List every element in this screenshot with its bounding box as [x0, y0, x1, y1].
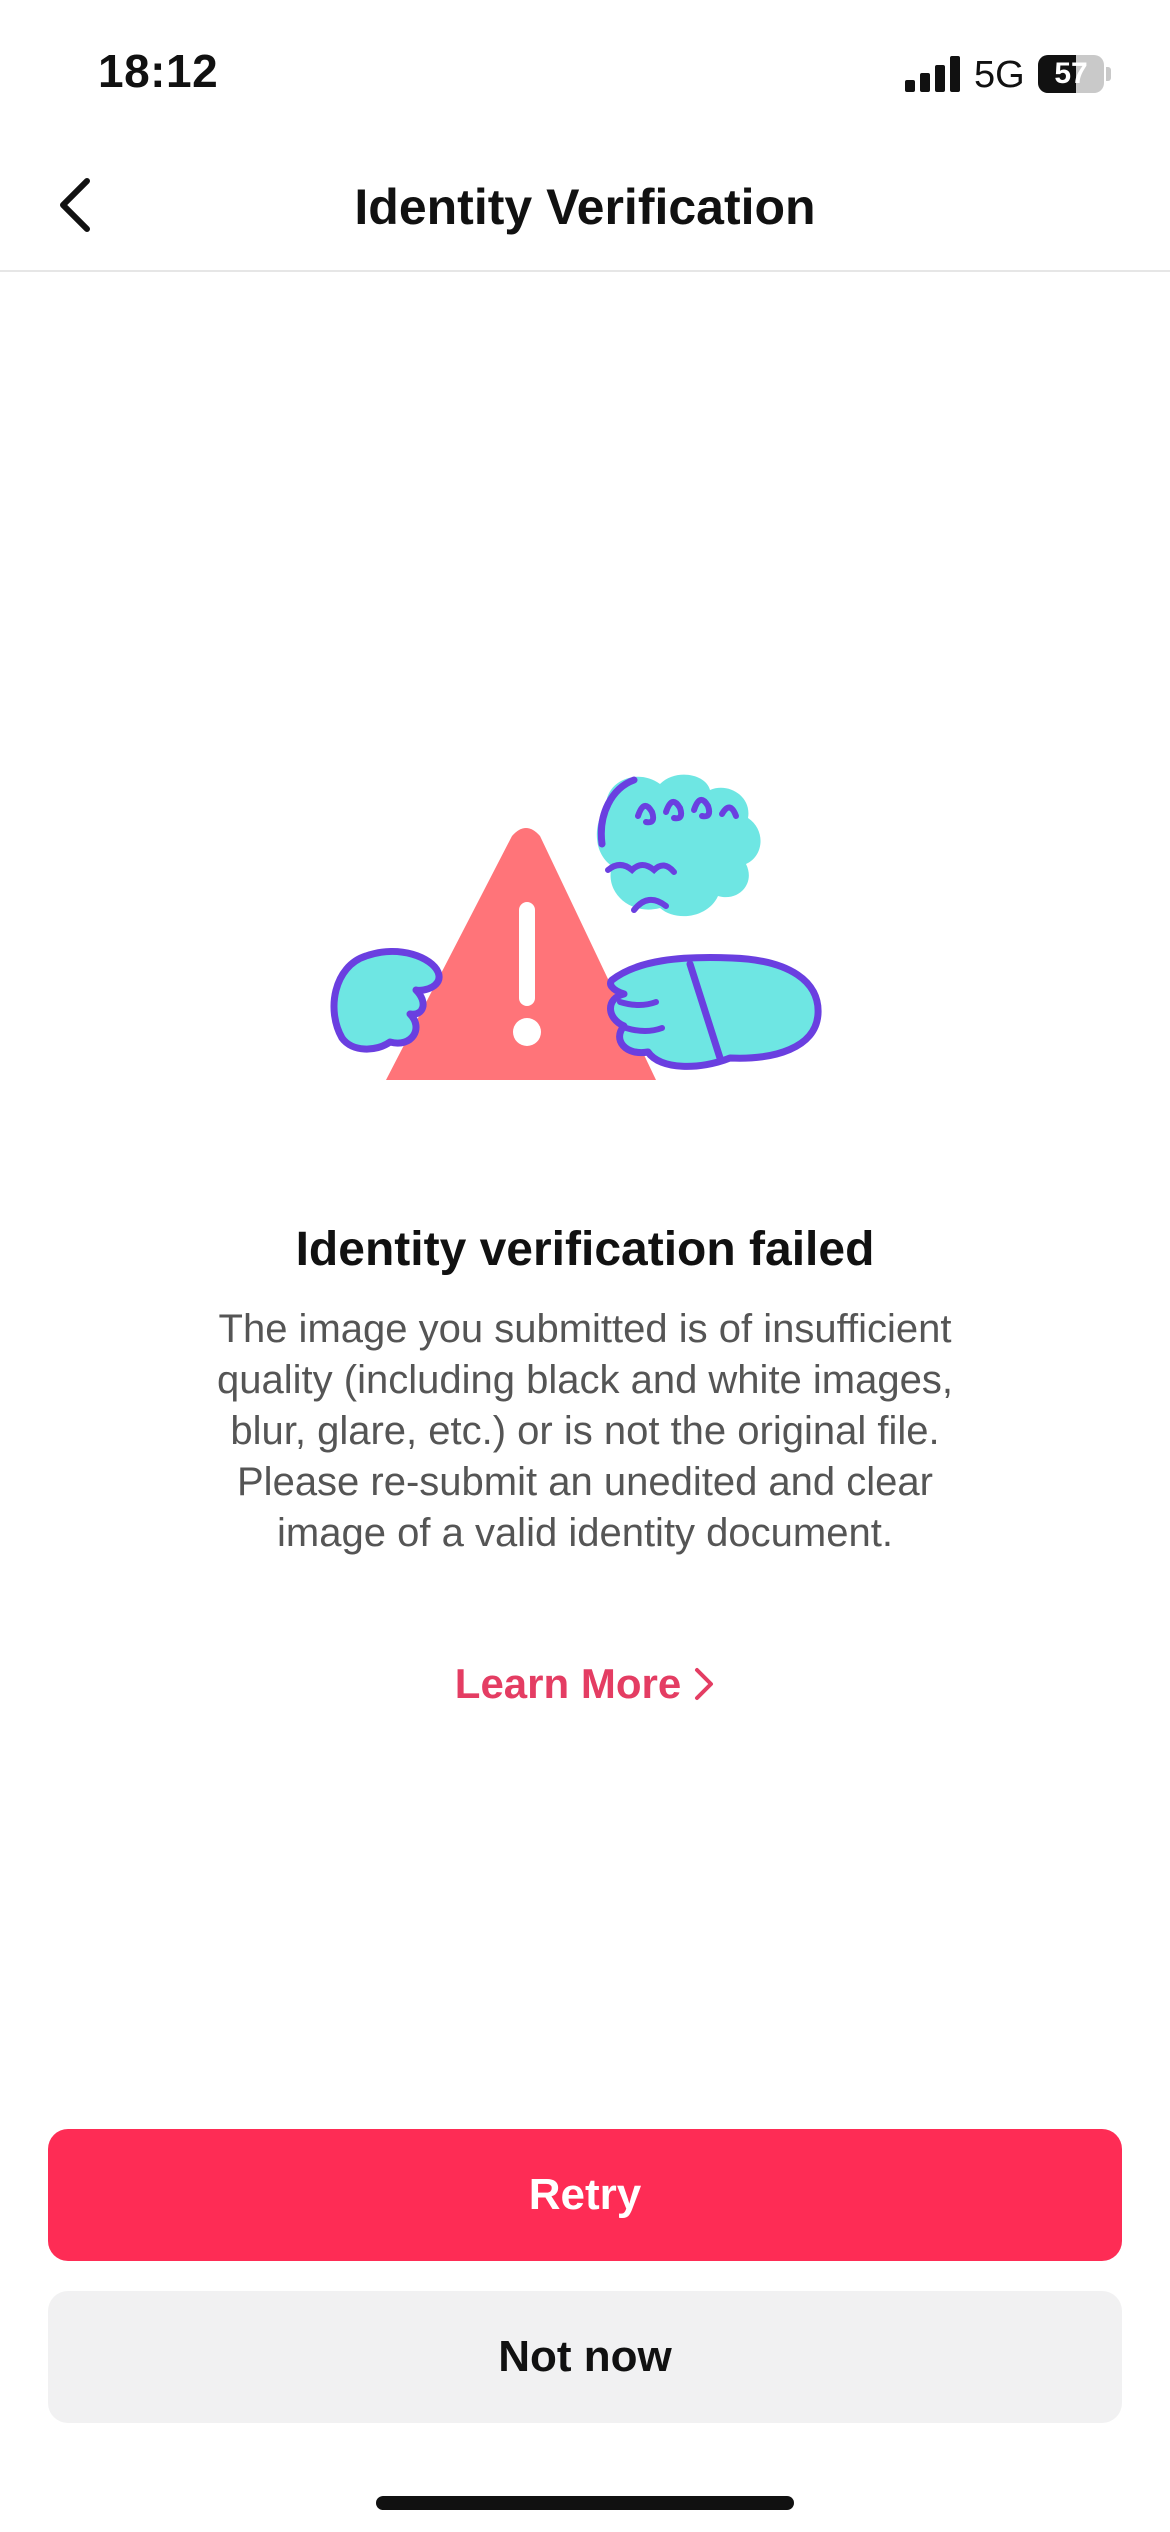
signal-icon	[905, 56, 960, 92]
learn-more-link[interactable]: Learn More	[0, 1660, 1170, 1708]
status-time: 18:12	[98, 45, 219, 97]
home-indicator[interactable]	[376, 2496, 794, 2510]
page-title: Identity Verification	[354, 179, 816, 235]
not-now-button[interactable]: Not now	[48, 2291, 1122, 2423]
chevron-right-icon	[695, 1668, 714, 1700]
nav-bar: Identity Verification	[0, 140, 1170, 272]
warning-triangle-illustration	[330, 774, 822, 1080]
retry-button[interactable]: Retry	[48, 2129, 1122, 2261]
learn-more-label: Learn More	[454, 1660, 682, 1707]
status-bar: 18:12 5G 57	[0, 0, 1170, 140]
battery-level: 57	[1054, 57, 1088, 90]
network-label: 5G	[974, 54, 1025, 96]
error-title: Identity verification failed	[295, 1223, 875, 1276]
error-description: The image you submitted is of insufficie…	[217, 1307, 953, 1555]
battery-icon: 57	[1038, 55, 1111, 93]
